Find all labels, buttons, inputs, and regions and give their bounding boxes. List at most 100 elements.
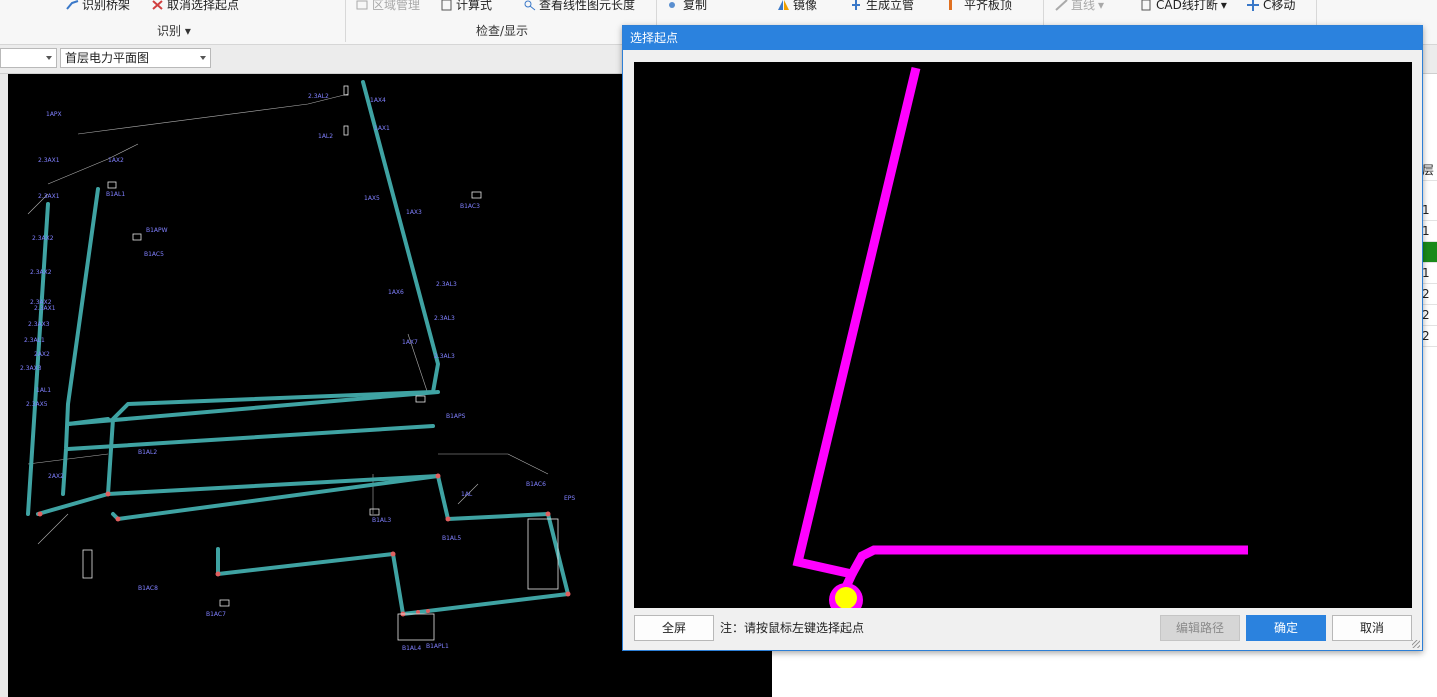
cad-label: 1AX7 — [402, 339, 418, 346]
cad-label: 2.3AL1 — [24, 337, 45, 344]
cad-label: 1AX6 — [388, 289, 404, 296]
full-screen-button[interactable]: 全屏 — [634, 615, 714, 641]
cad-label: 1AL — [461, 491, 473, 498]
cad-label: B1AC7 — [206, 611, 226, 618]
cad-label: B1AC3 — [460, 203, 480, 210]
dialog-title[interactable]: 选择起点 — [623, 26, 1422, 50]
right-panel-cell[interactable]: 2 — [1422, 284, 1437, 305]
cad-label: B1APS — [446, 413, 466, 420]
identify-bridge-label: 识别桥架 — [82, 0, 131, 12]
identify-bridge-button[interactable]: 识别桥架 — [66, 0, 130, 14]
resize-grip-icon[interactable] — [1412, 640, 1420, 648]
cad-label: B1AL5 — [442, 535, 461, 542]
cad-label: 1AL1 — [36, 387, 51, 394]
cad-label: B1APW — [146, 227, 168, 234]
cad-line-break-button[interactable]: CAD线打断 ▾ — [1140, 0, 1227, 14]
cad-label: B1AL3 — [372, 517, 391, 524]
cad-label: 1AX1 — [374, 125, 390, 132]
group-identify-label[interactable]: 识别 ▾ — [157, 22, 191, 39]
cad-label: 2.3AX2 — [30, 269, 52, 276]
trace-path[interactable] — [848, 545, 1248, 577]
cad-label: 2.3AL2 — [308, 93, 329, 100]
calc-formula-button[interactable]: 计算式 — [440, 0, 492, 14]
view-linear-length-label: 查看线性图元长度 — [539, 0, 636, 12]
mirror-label: 镜像 — [793, 0, 818, 12]
cad-label: B1APL1 — [426, 643, 449, 650]
cad-line-break-label: CAD线打断 — [1156, 0, 1218, 12]
cad-label: 2.3AX2 — [32, 235, 54, 242]
cad-break-icon — [1141, 0, 1151, 11]
floor-plan-select[interactable]: 首层电力平面图 — [60, 48, 211, 68]
layer-select[interactable] — [0, 48, 57, 68]
measure-icon — [524, 0, 536, 11]
cad-label: 1AX5 — [364, 195, 380, 202]
cad-label: 1AL2 — [318, 133, 333, 140]
copy-label: 复制 — [683, 0, 708, 12]
cad-label: B1AC8 — [138, 585, 158, 592]
chevron-down-icon — [200, 56, 206, 60]
identify-bridge-icon — [66, 0, 79, 10]
cad-label: 1APX — [46, 111, 62, 118]
copy-button[interactable]: 复制 — [667, 0, 707, 14]
confirm-button[interactable]: 确定 — [1246, 615, 1326, 641]
cancel-select-start-label: 取消选择起点 — [167, 0, 240, 12]
line-label: 直线 — [1071, 0, 1096, 12]
right-panel-cell[interactable]: 1 — [1422, 200, 1437, 221]
cad-label: 2.3AL3 — [436, 281, 457, 288]
calc-formula-label: 计算式 — [456, 0, 493, 12]
select-start-dialog: 选择起点 全屏 注：请按鼠标左键选择起点 编辑路径 确定 取消 — [622, 25, 1423, 651]
flush-slab-top-label: 平齐板顶 — [964, 0, 1013, 12]
cad-label: B1AL4 — [402, 645, 421, 652]
cad-label: 2.3AX1 — [34, 305, 56, 312]
right-panel-cell[interactable]: 1 — [1422, 263, 1437, 284]
generate-riser-label: 生成立管 — [866, 0, 915, 12]
right-panel-cell-selected[interactable] — [1422, 242, 1437, 263]
path-preview[interactable] — [634, 62, 1412, 608]
move-label: C移动 — [1263, 0, 1296, 12]
cancel-select-icon — [152, 0, 163, 10]
cad-label: 2.3AX3 — [28, 321, 50, 328]
cad-label: 2.3AX1 — [38, 157, 60, 164]
right-panel-cell[interactable]: 2 — [1422, 305, 1437, 326]
dialog-note: 注：请按鼠标左键选择起点 — [720, 621, 865, 635]
cancel-select-start-button[interactable]: 取消选择起点 — [151, 0, 239, 14]
chevron-down-icon — [46, 56, 52, 60]
cad-label: 1AX4 — [370, 97, 386, 104]
cad-label: B1AL1 — [106, 191, 125, 198]
move-button[interactable]: C移动 — [1247, 0, 1295, 14]
cancel-button[interactable]: 取消 — [1332, 615, 1412, 641]
cad-label: B1AC5 — [144, 251, 164, 258]
right-panel-cell[interactable]: 2 — [1422, 326, 1437, 347]
riser-icon — [852, 0, 860, 10]
cad-labels: 2.3AL2 1AX4 1APX 1AL2 1AX1 2.3AX1 1AX2 2.3AX1 B1… — [20, 93, 575, 652]
view-linear-length-button[interactable]: 查看线性图元长度 — [523, 0, 635, 14]
cad-label: 2.3AL3 — [434, 353, 455, 360]
cad-label: B1AL2 — [138, 449, 157, 456]
line-button[interactable]: 直线 ▾ — [1055, 0, 1104, 14]
cad-label: B1AC6 — [526, 481, 546, 488]
mirror-button[interactable]: 镜像 — [777, 0, 817, 14]
generate-riser-button[interactable]: 生成立管 — [850, 0, 914, 14]
slab-icon — [949, 0, 952, 10]
floor-plan-select-value: 首层电力平面图 — [65, 51, 150, 65]
cad-label: 1AX3 — [406, 209, 422, 216]
group-check-display-label: 检查/显示 — [476, 24, 529, 38]
flush-slab-top-button[interactable]: 平齐板顶 — [948, 0, 1012, 14]
edit-path-button[interactable]: 编辑路径 — [1160, 615, 1240, 641]
cad-label: 2.3AX5 — [26, 401, 48, 408]
region-manage-label: 区域管理 — [372, 0, 421, 12]
cad-label: 2.3AX1 — [38, 193, 60, 200]
cad-label: 2.3AL3 — [434, 315, 455, 322]
start-point-icon[interactable] — [835, 587, 857, 608]
region-manage-button[interactable]: 区域管理 — [356, 0, 420, 14]
cad-label: 2AX2 — [34, 351, 50, 358]
calculator-icon — [441, 0, 452, 11]
mirror-icon — [778, 0, 789, 10]
line-icon — [1055, 0, 1068, 11]
cad-label: 2.3AX3 — [20, 365, 42, 372]
right-panel-cell[interactable]: 1 — [1422, 221, 1437, 242]
copy-icon — [669, 2, 675, 8]
cad-label: EPS — [564, 495, 575, 502]
path-preview-canvas[interactable] — [634, 62, 1412, 608]
trace-path[interactable] — [792, 66, 921, 589]
